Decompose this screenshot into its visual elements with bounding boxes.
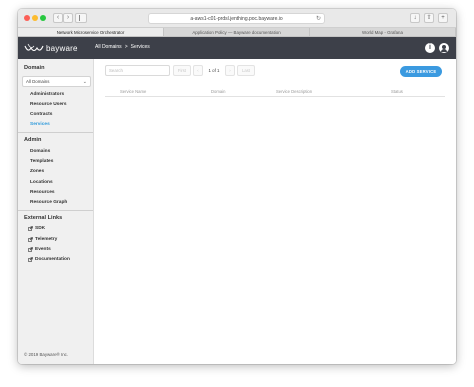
first-page-button[interactable]: First	[173, 65, 191, 76]
tab-grafana[interactable]: World Map - Grafana	[310, 28, 456, 36]
sidebar-item-locations[interactable]: Locations	[30, 180, 53, 185]
tab-label: World Map - Grafana	[362, 30, 403, 35]
logo-text: bayware	[46, 44, 78, 53]
copyright-footer: © 2019 Bayware® Inc.	[24, 352, 69, 357]
zoom-window-button[interactable]	[40, 15, 46, 21]
sidebar-link-label: SDK	[35, 226, 46, 231]
last-page-button[interactable]: Last	[237, 65, 255, 76]
domain-select-value: All Domains	[26, 79, 50, 84]
tab-orchestrator[interactable]: Network Microservice Orchestrator	[18, 28, 164, 36]
breadcrumb-separator: >	[124, 44, 128, 50]
sidebar-link-label: Telemetry	[35, 237, 58, 242]
external-link-icon	[28, 226, 33, 231]
sidebar-item-resource-graph[interactable]: Resource Graph	[30, 200, 67, 205]
chevron-down-icon: ⌄	[82, 79, 87, 85]
tab-bar: Network Microservice Orchestrator Applic…	[18, 28, 456, 37]
column-header-service-name[interactable]: Service Name	[120, 89, 146, 94]
column-header-service-description[interactable]: Service Description	[276, 89, 312, 94]
reload-icon[interactable]: ↻	[316, 14, 321, 24]
tab-label: Network Microservice Orchestrator	[56, 30, 125, 35]
browser-toolbar: ‹ › a-aws1-c01-prdsl.jenthing.poc.baywar…	[18, 9, 456, 28]
external-link-icon	[28, 237, 33, 242]
sidebar-item-resource-users[interactable]: Resource Users	[30, 102, 67, 107]
sidebar-divider	[18, 210, 93, 211]
search-input[interactable]: Search	[105, 65, 170, 76]
downloads-icon[interactable]: ↓	[410, 13, 420, 23]
address-bar-url: a-aws1-c01-prdsl.jenthing.poc.bayware.io	[190, 16, 283, 22]
sidebar-link-label: Documentation	[35, 257, 70, 262]
sidebar-item-administrators[interactable]: Administrators	[30, 92, 64, 97]
external-links-heading: External Links	[24, 215, 63, 221]
services-table-header: Service Name Domain Service Description …	[105, 85, 445, 97]
prev-page-button[interactable]: ‹	[193, 65, 203, 76]
services-main: Search First ‹ 1 of 1 › Last ADD SERVICE…	[95, 59, 456, 364]
sidebar-item-templates[interactable]: Templates	[30, 159, 53, 164]
sidebar-link-events[interactable]: Events	[28, 247, 51, 252]
address-bar[interactable]: a-aws1-c01-prdsl.jenthing.poc.bayware.io…	[148, 13, 325, 24]
column-header-domain[interactable]: Domain	[211, 89, 225, 94]
domain-select[interactable]: All Domains ⌄	[22, 76, 91, 87]
breadcrumb: All Domains > Services	[95, 44, 150, 50]
sidebar-toggle-icon[interactable]	[75, 13, 87, 23]
app-header: bayware All Domains > Services i	[18, 37, 456, 59]
tab-label: Application Policy — Bayware documentati…	[192, 30, 281, 35]
sidebar-divider	[18, 132, 93, 133]
breadcrumb-root[interactable]: All Domains	[95, 44, 122, 50]
sidebar-item-services[interactable]: Services	[30, 122, 50, 127]
admin-heading: Admin	[24, 137, 42, 143]
sidebar-item-contracts[interactable]: Contracts	[30, 112, 52, 117]
sidebar: Domain All Domains ⌄ Administrators Reso…	[18, 59, 94, 364]
page-status: 1 of 1	[208, 68, 220, 73]
sidebar-item-resources[interactable]: Resources	[30, 190, 55, 195]
next-page-button[interactable]: ›	[225, 65, 235, 76]
sidebar-link-documentation[interactable]: Documentation	[28, 257, 70, 262]
back-icon[interactable]: ‹	[53, 13, 63, 23]
new-tab-icon[interactable]: +	[438, 13, 448, 23]
sidebar-link-sdk[interactable]: SDK	[28, 226, 45, 231]
user-avatar-icon[interactable]	[439, 43, 449, 53]
minimize-window-button[interactable]	[32, 15, 38, 21]
browser-window: ‹ › a-aws1-c01-prdsl.jenthing.poc.baywar…	[18, 9, 456, 364]
external-link-icon	[28, 247, 33, 252]
bayware-logo-icon	[24, 43, 44, 52]
close-window-button[interactable]	[24, 15, 30, 21]
tab-documentation[interactable]: Application Policy — Bayware documentati…	[164, 28, 310, 36]
sidebar-item-zones[interactable]: Zones	[30, 169, 44, 174]
sidebar-item-domains[interactable]: Domains	[30, 149, 50, 154]
column-header-status[interactable]: Status	[391, 89, 403, 94]
sidebar-link-telemetry[interactable]: Telemetry	[28, 237, 57, 242]
add-service-button[interactable]: ADD SERVICE	[400, 66, 442, 77]
bayware-logo[interactable]: bayware	[24, 43, 78, 54]
domain-heading: Domain	[24, 65, 45, 71]
breadcrumb-current: Services	[130, 44, 150, 50]
forward-icon[interactable]: ›	[63, 13, 73, 23]
sidebar-link-label: Events	[35, 247, 51, 252]
external-link-icon	[28, 257, 33, 262]
share-icon[interactable]: ⇧	[424, 13, 434, 23]
info-icon[interactable]: i	[425, 43, 435, 53]
